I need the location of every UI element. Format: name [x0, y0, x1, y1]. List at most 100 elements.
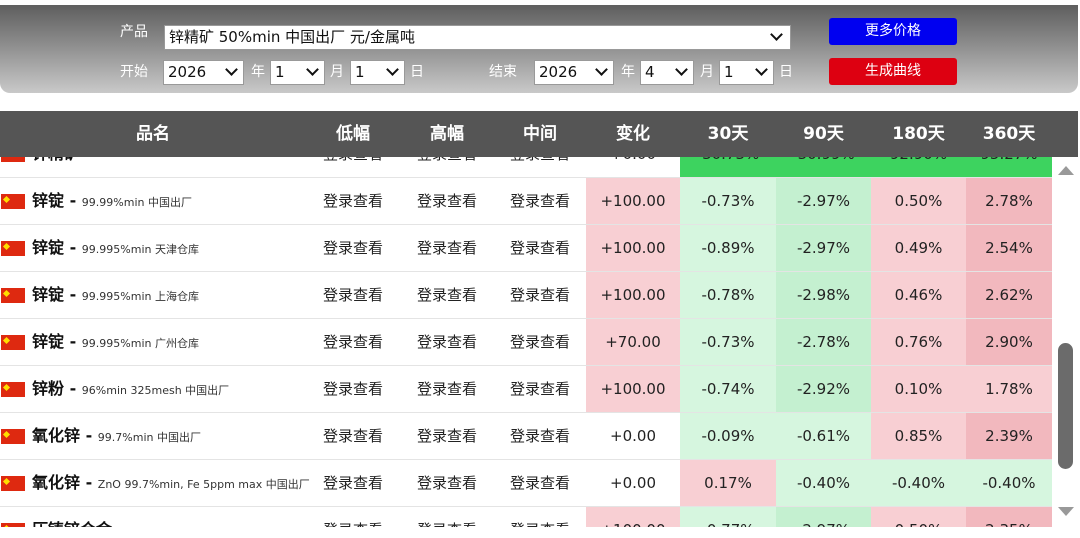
360d-cell: -0.40%	[966, 460, 1052, 506]
header-mid: 中间	[523, 124, 557, 144]
mid-cell[interactable]: 登录查看	[494, 157, 586, 177]
30d-cell: -0.77%	[680, 507, 776, 527]
360d-cell: 2.62%	[966, 272, 1052, 318]
product-name: 锌锭 - 99.99%min 中国出厂	[32, 191, 192, 210]
generate-curve-button[interactable]: 生成曲线	[829, 58, 957, 85]
table-row[interactable]: 锌锭 - 99.995%min 广州仓库 登录查看 登录查看 登录查看 +70.…	[0, 319, 1052, 366]
180d-cell: 0.49%	[871, 225, 966, 271]
end-month-select[interactable]: 4	[640, 60, 694, 85]
360d-cell: 95.27%	[966, 157, 1052, 177]
year-unit-label: 年	[621, 64, 635, 80]
product-select[interactable]: 锌精矿 50%min 中国出厂 元/金属吨	[164, 25, 791, 50]
90d-cell: -2.92%	[776, 366, 871, 412]
header-360d: 360天	[982, 124, 1036, 144]
end-day-value: 1	[724, 63, 734, 81]
month-unit-label: 月	[700, 64, 714, 80]
360d-cell: 2.39%	[966, 413, 1052, 459]
product-name: 氧化锌 - 99.7%min 中国出厂	[32, 426, 201, 445]
30d-cell: 0.17%	[680, 460, 776, 506]
high-cell[interactable]: 登录查看	[400, 225, 494, 271]
product-name: 锌锭 - 99.995%min 上海仓库	[32, 285, 199, 304]
table-row[interactable]: 锌锭 - 99.995%min 天津仓库 登录查看 登录查看 登录查看 +100…	[0, 225, 1052, 272]
high-cell[interactable]: 登录查看	[400, 157, 494, 177]
end-label: 结束	[489, 64, 517, 80]
product-label: 产品	[120, 24, 148, 40]
mid-cell[interactable]: 登录查看	[494, 366, 586, 412]
mid-cell[interactable]: 登录查看	[494, 178, 586, 224]
table-row[interactable]: 锌锭 - 99.99%min 中国出厂 登录查看 登录查看 登录查看 +100.…	[0, 178, 1052, 225]
low-cell[interactable]: 登录查看	[306, 178, 400, 224]
scroll-down-arrow-icon[interactable]	[1058, 507, 1074, 516]
360d-cell: 2.78%	[966, 178, 1052, 224]
mid-cell[interactable]: 登录查看	[494, 460, 586, 506]
start-month-select[interactable]: 1	[270, 60, 325, 85]
product-name-cell: 压铸锌合金	[0, 507, 320, 527]
mid-cell[interactable]: 登录查看	[494, 272, 586, 318]
day-unit-label: 日	[779, 64, 793, 80]
30d-cell: -30.73%	[680, 157, 776, 177]
china-flag-icon	[1, 476, 25, 491]
90d-cell: -30.99%	[776, 157, 871, 177]
chevron-down-icon	[225, 63, 238, 76]
end-year-select[interactable]: 2026	[534, 60, 614, 85]
90d-cell: -2.97%	[776, 507, 871, 527]
table-row[interactable]: 锌粉 - 96%min 325mesh 中国出厂 登录查看 登录查看 登录查看 …	[0, 366, 1052, 413]
header-90d: 90天	[803, 124, 844, 144]
low-cell[interactable]: 登录查看	[306, 225, 400, 271]
high-cell[interactable]: 登录查看	[400, 507, 494, 527]
end-day-select[interactable]: 1	[719, 60, 774, 85]
low-cell[interactable]: 登录查看	[306, 507, 400, 527]
end-year-value: 2026	[539, 63, 578, 81]
table-row[interactable]: 氧化锌 - 99.7%min 中国出厂 登录查看 登录查看 登录查看 +0.00…	[0, 413, 1052, 460]
low-cell[interactable]: 登录查看	[306, 366, 400, 412]
30d-cell: -0.73%	[680, 319, 776, 365]
table-row[interactable]: 锌精矿 登录查看 登录查看 登录查看 +0.00 -30.73% -30.99%…	[0, 157, 1052, 178]
30d-cell: -0.89%	[680, 225, 776, 271]
product-name: 锌锭 - 99.995%min 天津仓库	[32, 238, 199, 257]
high-cell[interactable]: 登录查看	[400, 272, 494, 318]
high-cell[interactable]: 登录查看	[400, 460, 494, 506]
high-cell[interactable]: 登录查看	[400, 366, 494, 412]
header-change: 变化	[616, 124, 650, 144]
header-low: 低幅	[336, 124, 370, 144]
table-row[interactable]: 锌锭 - 99.995%min 上海仓库 登录查看 登录查看 登录查看 +100…	[0, 272, 1052, 319]
mid-cell[interactable]: 登录查看	[494, 319, 586, 365]
low-cell[interactable]: 登录查看	[306, 272, 400, 318]
high-cell[interactable]: 登录查看	[400, 413, 494, 459]
low-cell[interactable]: 登录查看	[306, 319, 400, 365]
90d-cell: -0.61%	[776, 413, 871, 459]
low-cell[interactable]: 登录查看	[306, 157, 400, 177]
180d-cell: 92.90%	[871, 157, 966, 177]
table-body: 锌精矿 登录查看 登录查看 登录查看 +0.00 -30.73% -30.99%…	[0, 157, 1052, 527]
high-cell[interactable]: 登录查看	[400, 319, 494, 365]
mid-cell[interactable]: 登录查看	[494, 413, 586, 459]
start-year-select[interactable]: 2026	[163, 60, 244, 85]
chevron-down-icon	[386, 63, 399, 76]
china-flag-icon	[1, 241, 25, 256]
scrollbar-track[interactable]	[1052, 157, 1078, 527]
low-cell[interactable]: 登录查看	[306, 413, 400, 459]
start-month-value: 1	[275, 63, 285, 81]
change-cell: +70.00	[586, 319, 680, 365]
change-cell: +0.00	[610, 427, 656, 445]
change-cell: +100.00	[586, 225, 680, 271]
product-name-cell: 锌精矿	[0, 157, 320, 177]
180d-cell: -0.40%	[871, 460, 966, 506]
year-unit-label: 年	[251, 64, 265, 80]
scroll-up-arrow-icon[interactable]	[1058, 166, 1074, 175]
china-flag-icon	[1, 523, 25, 527]
start-day-select[interactable]: 1	[350, 60, 405, 85]
filter-panel: 产品 锌精矿 50%min 中国出厂 元/金属吨 更多价格 开始 2026 年 …	[0, 5, 1078, 93]
table-row[interactable]: 压铸锌合金 登录查看 登录查看 登录查看 +100.00 -0.77% -2.9…	[0, 507, 1052, 527]
mid-cell[interactable]: 登录查看	[494, 507, 586, 527]
low-cell[interactable]: 登录查看	[306, 460, 400, 506]
china-flag-icon	[1, 194, 25, 209]
table-row[interactable]: 氧化锌 - ZnO 99.7%min, Fe 5ppm max 中国出厂 登录查…	[0, 460, 1052, 507]
high-cell[interactable]: 登录查看	[400, 178, 494, 224]
mid-cell[interactable]: 登录查看	[494, 225, 586, 271]
90d-cell: -2.97%	[776, 178, 871, 224]
more-prices-button[interactable]: 更多价格	[829, 18, 957, 45]
china-flag-icon	[1, 288, 25, 303]
table-header: 品名 低幅 高幅 中间 变化 30天 90天 180天 360天	[0, 111, 1078, 157]
scrollbar-thumb[interactable]	[1058, 343, 1073, 469]
